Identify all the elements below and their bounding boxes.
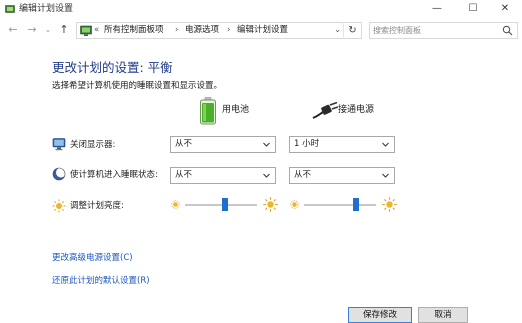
brightness-label: 调整计划亮度: [70, 201, 124, 211]
slider-track[interactable] [304, 204, 376, 206]
brightness-sun-icon [52, 199, 66, 213]
brightness-low-icon [290, 200, 299, 209]
chevron-down-icon [382, 173, 389, 178]
display-off-battery-value: 从不 [175, 139, 193, 149]
display-off-label: 关闭显示器: [70, 140, 116, 150]
battery-column-header: 用电池 [222, 105, 250, 115]
brightness-battery-slider[interactable] [171, 197, 281, 213]
brightness-high-icon [382, 197, 397, 212]
control-panel-icon [80, 25, 92, 36]
page-title: 更改计划的设置: 平衡 [52, 60, 173, 75]
chevron-down-icon[interactable]: ⌄ [334, 25, 341, 34]
chevron-down-icon [263, 173, 270, 178]
sleep-plugged-value: 从不 [294, 170, 312, 180]
advanced-power-settings-link[interactable]: 更改高级电源设置(C) [52, 252, 133, 264]
cancel-button[interactable]: 取消 [418, 307, 468, 323]
battery-icon [200, 97, 216, 125]
breadcrumb-separator[interactable]: › [227, 25, 230, 36]
breadcrumb-separator[interactable]: › [175, 25, 178, 36]
forward-button[interactable]: → [26, 23, 38, 37]
save-button[interactable]: 保存修改 [348, 307, 412, 323]
chevron-down-icon [382, 142, 389, 147]
breadcrumb-overflow[interactable]: « [94, 25, 99, 36]
brightness-high-icon [263, 197, 278, 212]
display-off-plugged-select[interactable]: 1 小时 [289, 136, 395, 153]
recent-locations-button[interactable]: ⌄ [42, 23, 54, 37]
search-icon[interactable] [502, 25, 513, 36]
breadcrumb-item-all-control-panel[interactable]: 所有控制面板项 [104, 25, 164, 36]
plugged-in-column-header: 接通电源 [338, 105, 375, 115]
up-button[interactable]: ↑ [58, 23, 70, 37]
breadcrumb-item-edit-plan[interactable]: 编辑计划设置 [237, 25, 288, 36]
sleep-battery-select[interactable]: 从不 [170, 167, 276, 184]
monitor-icon [52, 138, 66, 151]
display-off-battery-select[interactable]: 从不 [170, 136, 276, 153]
power-options-icon [5, 5, 15, 13]
close-button[interactable]: ✕ [488, 0, 522, 18]
sleep-label: 使计算机进入睡眠状态: [70, 170, 158, 180]
slider-thumb[interactable] [221, 198, 228, 211]
window-title: 编辑计划设置 [19, 4, 74, 14]
minimize-button[interactable]: — [420, 0, 454, 18]
sleep-battery-value: 从不 [175, 170, 193, 180]
refresh-button[interactable]: ↻ [343, 22, 361, 39]
search-input[interactable] [373, 24, 497, 37]
brightness-low-icon [171, 200, 180, 209]
brightness-plugged-slider[interactable] [290, 197, 400, 213]
sleep-plugged-select[interactable]: 从不 [289, 167, 395, 184]
breadcrumb-item-power-options[interactable]: 电源选项 [185, 25, 219, 36]
sleep-moon-icon [52, 167, 66, 181]
slider-thumb[interactable] [352, 198, 359, 211]
chevron-down-icon [263, 142, 270, 147]
search-box[interactable] [369, 22, 518, 39]
back-button[interactable]: ← [7, 23, 19, 37]
breadcrumb[interactable]: « 所有控制面板项 › 电源选项 › 编辑计划设置 ⌄ ↻ [76, 22, 362, 39]
maximize-button[interactable]: ☐ [456, 0, 490, 18]
page-subtitle: 选择希望计算机使用的睡眠设置和显示设置。 [52, 81, 223, 91]
address-bar: ← → ⌄ ↑ « 所有控制面板项 › 电源选项 › 编辑计划设置 ⌄ ↻ [0, 18, 522, 44]
title-bar: 编辑计划设置 — ☐ ✕ [0, 0, 522, 18]
power-plug-icon [312, 102, 338, 119]
display-off-plugged-value: 1 小时 [294, 139, 320, 149]
restore-defaults-link[interactable]: 还原此计划的默认设置(R) [52, 275, 150, 287]
